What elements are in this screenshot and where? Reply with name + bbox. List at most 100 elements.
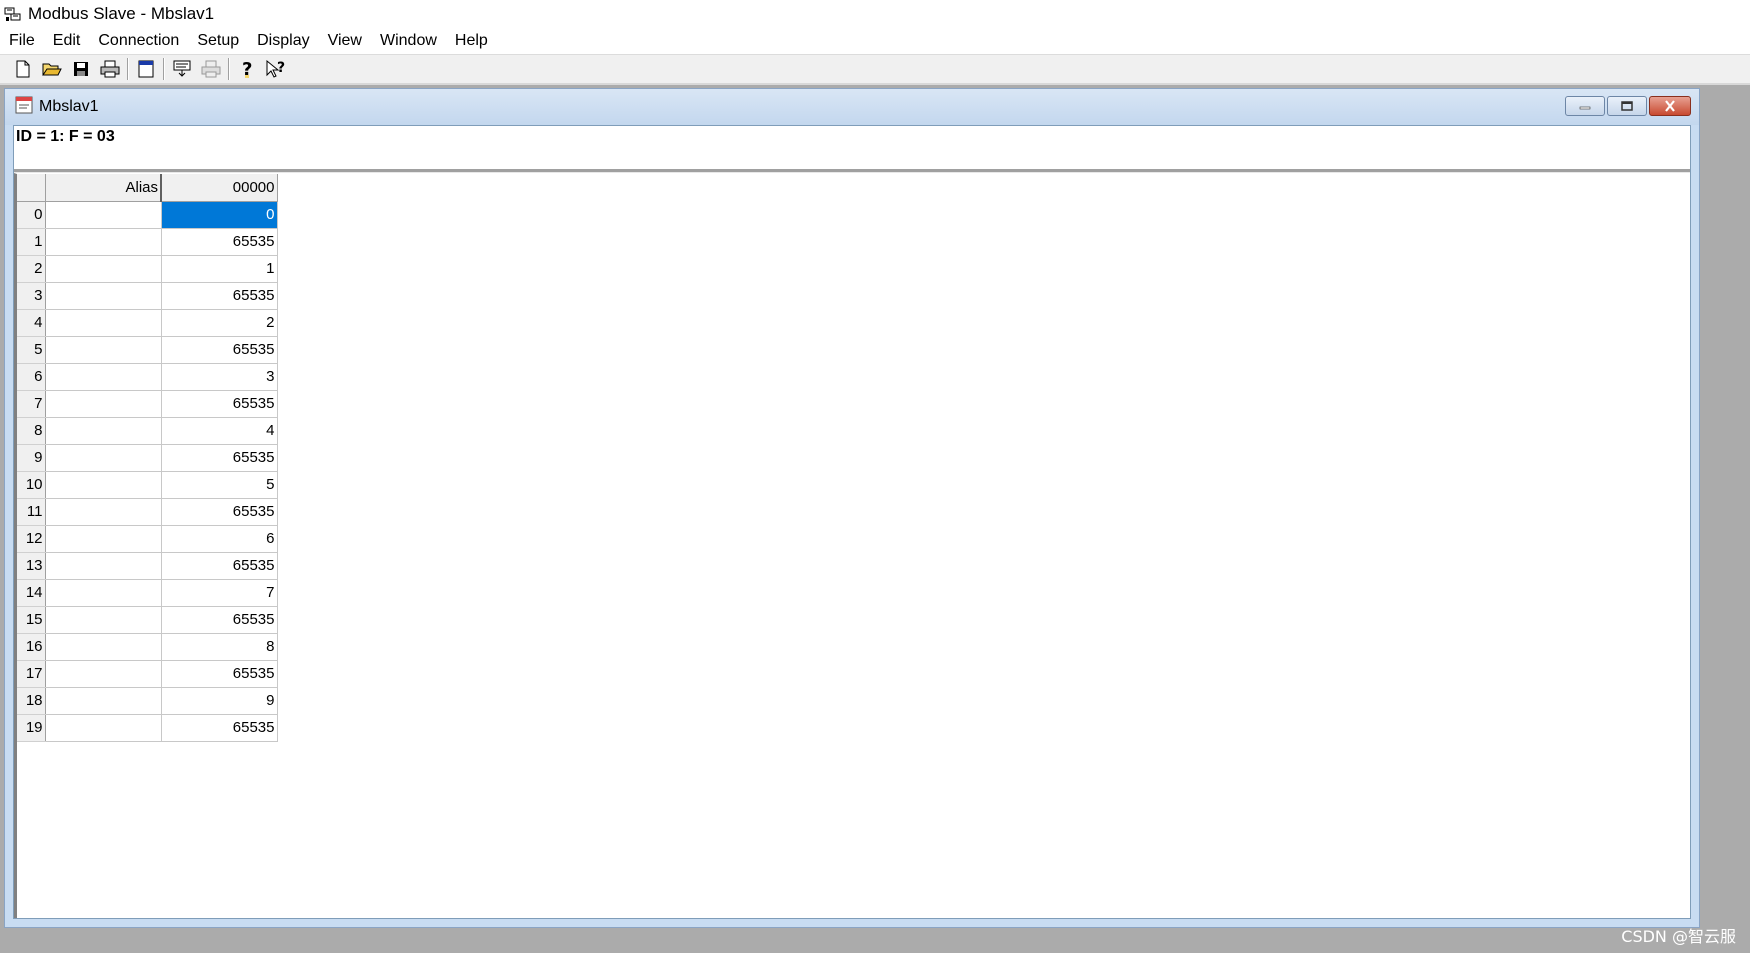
register-value-cell[interactable]: 1 (161, 255, 278, 283)
row-header[interactable]: 0 (17, 201, 46, 229)
open-icon[interactable] (39, 57, 65, 81)
save-icon[interactable] (68, 57, 94, 81)
row-header[interactable]: 2 (17, 255, 46, 283)
alias-cell[interactable] (45, 633, 162, 661)
register-value-cell[interactable]: 65535 (161, 660, 278, 688)
row-header[interactable]: 8 (17, 417, 46, 445)
table-row: 19 65535 (17, 714, 278, 742)
menu-bar: File Edit Connection Setup Display View … (0, 28, 1750, 55)
register-value-cell[interactable]: 0 (161, 201, 278, 229)
row-header[interactable]: 7 (17, 390, 46, 418)
menu-view[interactable]: View (319, 28, 371, 54)
row-header[interactable]: 6 (17, 363, 46, 391)
table-row: 14 7 (17, 579, 278, 607)
alias-cell[interactable] (45, 660, 162, 688)
register-value-cell[interactable]: 8 (161, 633, 278, 661)
table-row: 13 65535 (17, 552, 278, 580)
comm-traffic-icon[interactable] (169, 57, 195, 81)
alias-cell[interactable] (45, 714, 162, 742)
alias-cell[interactable] (45, 201, 162, 229)
table-row: 3 65535 (17, 282, 278, 310)
register-value-cell[interactable]: 6 (161, 525, 278, 553)
alias-cell[interactable] (45, 579, 162, 607)
context-help-icon[interactable]: ? (263, 57, 289, 81)
register-value-cell[interactable]: 65535 (161, 606, 278, 634)
register-value-cell[interactable]: 65535 (161, 390, 278, 418)
row-header[interactable]: 14 (17, 579, 46, 607)
register-value-cell[interactable]: 65535 (161, 552, 278, 580)
menu-window[interactable]: Window (371, 28, 446, 54)
register-value-cell[interactable]: 65535 (161, 228, 278, 256)
row-header[interactable]: 15 (17, 606, 46, 634)
table-row: 15 65535 (17, 606, 278, 634)
window-controls (1565, 96, 1691, 116)
alias-cell[interactable] (45, 228, 162, 256)
register-value-cell[interactable]: 9 (161, 687, 278, 715)
alias-cell[interactable] (45, 552, 162, 580)
alias-cell[interactable] (45, 390, 162, 418)
alias-cell[interactable] (45, 282, 162, 310)
restore-button[interactable] (1607, 96, 1647, 116)
register-value-cell[interactable]: 65535 (161, 282, 278, 310)
help-icon[interactable]: ? (234, 57, 260, 81)
column-header-register[interactable]: 00000 (160, 174, 278, 202)
close-button[interactable] (1649, 96, 1691, 116)
table-row: 9 65535 (17, 444, 278, 472)
table-row: 84 (17, 417, 278, 445)
alias-cell[interactable] (45, 687, 162, 715)
window-icon[interactable] (133, 57, 159, 81)
table-row: 21 (17, 255, 278, 283)
new-icon[interactable] (10, 57, 36, 81)
alias-cell[interactable] (45, 336, 162, 364)
row-header[interactable]: 18 (17, 687, 46, 715)
table-row: 7 65535 (17, 390, 278, 418)
alias-cell[interactable] (45, 255, 162, 283)
alias-cell[interactable] (45, 363, 162, 391)
register-value-cell[interactable]: 65535 (161, 714, 278, 742)
menu-edit[interactable]: Edit (44, 28, 90, 54)
child-title-bar[interactable]: Mbslav1 (5, 89, 1699, 125)
alias-cell[interactable] (45, 498, 162, 526)
register-value-cell[interactable]: 4 (161, 417, 278, 445)
register-grid-area: Alias 00000 0 0 1 65535 2 1 3 65535 4 2 5 65535 6 3 7 6… (14, 173, 1690, 918)
alias-cell[interactable] (45, 309, 162, 337)
register-value-cell[interactable]: 65535 (161, 444, 278, 472)
print-preview-icon[interactable] (198, 57, 224, 81)
alias-cell[interactable] (45, 444, 162, 472)
menu-file[interactable]: File (0, 28, 44, 54)
alias-cell[interactable] (45, 471, 162, 499)
register-value-cell[interactable]: 65535 (161, 336, 278, 364)
alias-cell[interactable] (45, 606, 162, 634)
row-header[interactable]: 10 (17, 471, 46, 499)
menu-display[interactable]: Display (248, 28, 318, 54)
document-icon (15, 96, 33, 119)
table-row: 12 6 (17, 525, 278, 553)
alias-cell[interactable] (45, 417, 162, 445)
register-value-cell[interactable]: 2 (161, 309, 278, 337)
row-header[interactable]: 1 (17, 228, 46, 256)
register-value-cell[interactable]: 7 (161, 579, 278, 607)
alias-cell[interactable] (45, 525, 162, 553)
row-header[interactable]: 4 (17, 309, 46, 337)
menu-help[interactable]: Help (446, 28, 497, 54)
register-value-cell[interactable]: 5 (161, 471, 278, 499)
register-value-cell[interactable]: 3 (161, 363, 278, 391)
row-header[interactable]: 5 (17, 336, 46, 364)
register-value-cell[interactable]: 65535 (161, 498, 278, 526)
row-header[interactable]: 3 (17, 282, 46, 310)
row-header[interactable]: 11 (17, 498, 46, 526)
toolbar-separator (163, 58, 165, 80)
grid-corner[interactable] (17, 174, 46, 202)
row-header[interactable]: 17 (17, 660, 46, 688)
menu-setup[interactable]: Setup (188, 28, 248, 54)
row-header[interactable]: 16 (17, 633, 46, 661)
row-header[interactable]: 19 (17, 714, 46, 742)
table-row: 16 8 (17, 633, 278, 661)
print-icon[interactable] (97, 57, 123, 81)
minimize-button[interactable] (1565, 96, 1605, 116)
row-header[interactable]: 9 (17, 444, 46, 472)
menu-connection[interactable]: Connection (89, 28, 188, 54)
row-header[interactable]: 12 (17, 525, 46, 553)
row-header[interactable]: 13 (17, 552, 46, 580)
column-header-alias[interactable]: Alias (45, 174, 162, 202)
